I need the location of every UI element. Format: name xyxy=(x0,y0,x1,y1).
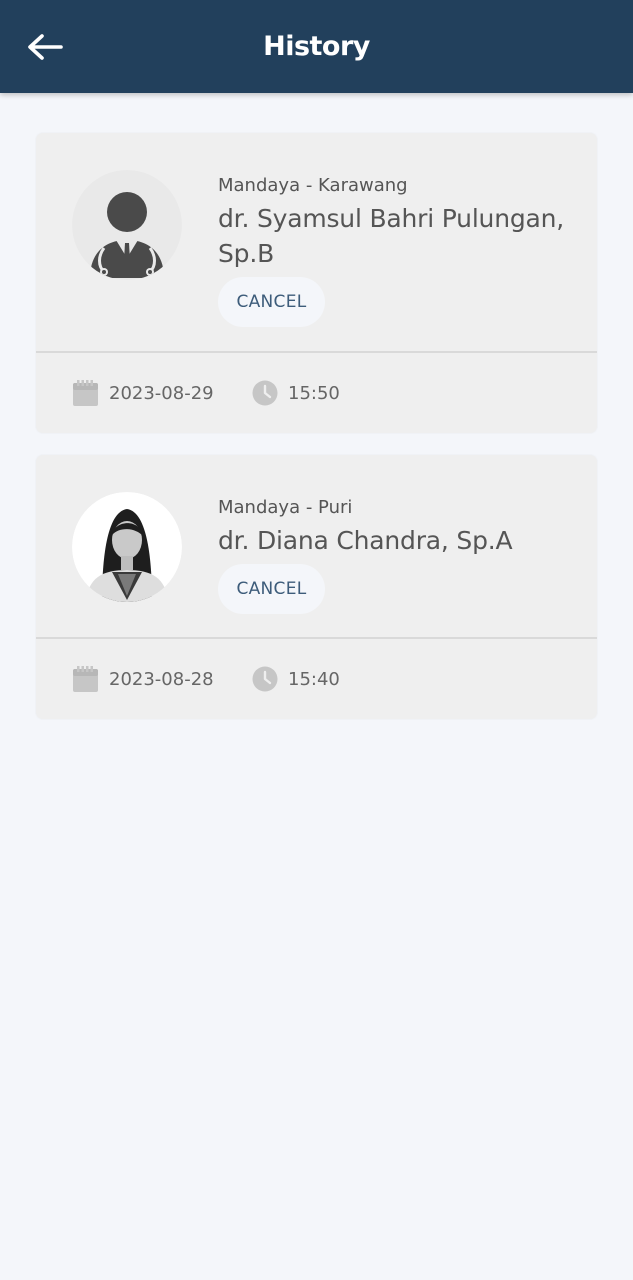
appointment-card-header: Mandaya - Puri dr. Diana Chandra, Sp.A C… xyxy=(36,455,597,639)
time-text: 15:40 xyxy=(288,668,340,690)
calendar-icon xyxy=(73,379,98,406)
hospital-name: Mandaya - Karawang xyxy=(218,175,408,196)
appointment-date: 2023-08-29 xyxy=(72,353,214,433)
page-title: History xyxy=(263,31,370,62)
appointment-date: 2023-08-28 xyxy=(72,639,214,719)
clock-icon xyxy=(252,666,278,692)
back-button[interactable] xyxy=(22,26,68,68)
cancel-button[interactable]: CANCEL xyxy=(218,277,325,327)
hospital-name: Mandaya - Puri xyxy=(218,497,353,518)
doctor-name: dr. Syamsul Bahri Pulungan, Sp.B xyxy=(218,204,565,268)
doctor-avatar xyxy=(72,492,182,602)
date-text: 2023-08-29 xyxy=(109,382,214,404)
app-bar: History xyxy=(0,0,633,93)
cancel-button[interactable]: CANCEL xyxy=(218,564,325,614)
appointment-info: Mandaya - Karawang dr. Syamsul Bahri Pul… xyxy=(218,174,578,327)
appointment-info: Mandaya - Puri dr. Diana Chandra, Sp.A C… xyxy=(218,496,578,614)
calendar-icon xyxy=(73,665,98,692)
appointment-card: Mandaya - Puri dr. Diana Chandra, Sp.A C… xyxy=(36,455,597,719)
appointment-schedule: 2023-08-28 15:40 xyxy=(36,639,597,719)
appointment-card: Mandaya - Karawang dr. Syamsul Bahri Pul… xyxy=(36,133,597,433)
appointment-time: 15:50 xyxy=(252,353,340,433)
doctor-photo-icon xyxy=(72,492,182,602)
appointment-history-list: Mandaya - Karawang dr. Syamsul Bahri Pul… xyxy=(36,133,597,741)
arrow-left-icon xyxy=(28,34,63,60)
time-text: 15:50 xyxy=(288,382,340,404)
appointment-schedule: 2023-08-29 15:50 xyxy=(36,353,597,433)
date-text: 2023-08-28 xyxy=(109,668,214,690)
appointment-time: 15:40 xyxy=(252,639,340,719)
clock-icon xyxy=(252,380,278,406)
doctor-name: dr. Diana Chandra, Sp.A xyxy=(218,526,513,555)
doctor-avatar xyxy=(72,170,182,280)
appointment-card-header: Mandaya - Karawang dr. Syamsul Bahri Pul… xyxy=(36,133,597,353)
default-doctor-avatar-icon xyxy=(72,170,182,280)
